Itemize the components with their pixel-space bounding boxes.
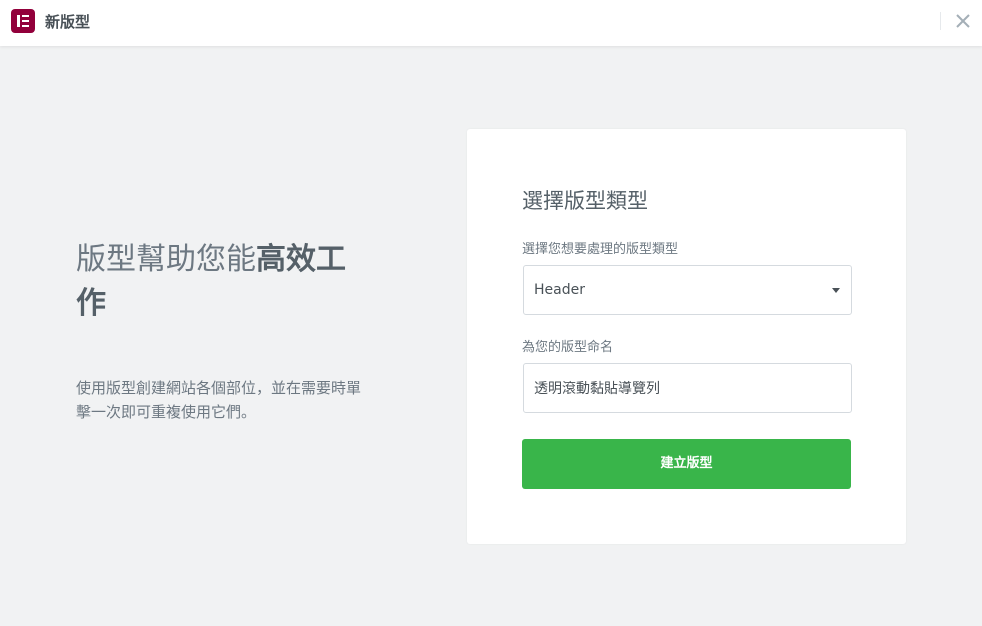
header-divider — [940, 12, 941, 30]
intro-title-end: 作 — [76, 286, 106, 321]
elementor-logo-icon — [11, 9, 35, 33]
chevron-down-icon — [832, 288, 840, 293]
dialog-title: 新版型 — [45, 13, 91, 31]
form-title: 選擇版型類型 — [522, 189, 648, 213]
top-bar: 新版型 — [0, 0, 982, 46]
intro-title: 版型幫助您能高效工作 — [76, 238, 376, 326]
template-type-select[interactable]: Header — [523, 265, 852, 315]
close-icon[interactable] — [952, 10, 974, 32]
template-form-card: 選擇版型類型 選擇您想要處理的版型類型 Header 為您的版型命名 建立版型 — [467, 129, 906, 544]
template-name-input[interactable] — [523, 363, 852, 413]
template-type-label: 選擇您想要處理的版型類型 — [522, 242, 679, 257]
intro-title-regular: 版型幫助您能 — [76, 242, 256, 277]
template-name-label: 為您的版型命名 — [522, 340, 614, 355]
intro-section: 版型幫助您能高效工作 使用版型創建網站各個部位，並在需要時單擊一次即可重複使用它… — [76, 238, 376, 424]
intro-description: 使用版型創建網站各個部位，並在需要時單擊一次即可重複使用它們。 — [76, 379, 362, 421]
create-template-button[interactable]: 建立版型 — [522, 439, 851, 489]
intro-title-bold: 高效工 — [256, 242, 346, 277]
template-type-value: Header — [534, 282, 585, 298]
